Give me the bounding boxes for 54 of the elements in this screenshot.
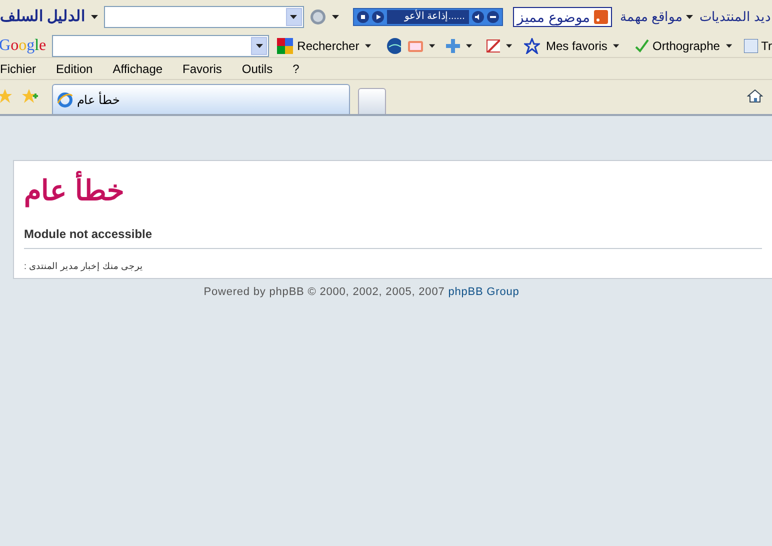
translate-icon: [744, 38, 758, 52]
search-field[interactable]: [104, 6, 304, 28]
toolbar-menu-link[interactable]: مواقع مهمة: [620, 7, 682, 27]
dropdown-button[interactable]: [251, 36, 268, 54]
menu-item[interactable]: Edition: [56, 60, 93, 78]
toolbar-menu-link[interactable]: ديد المنتديات: [699, 7, 771, 27]
dropdown-button[interactable]: [286, 8, 302, 26]
dropdown-arrow-icon[interactable]: [365, 44, 372, 48]
footer-text: Powered by phpBB © 2000, 2002, 2005, 2007: [204, 286, 446, 298]
phpbb-link[interactable]: phpBB Group: [448, 286, 520, 298]
translate-button[interactable]: Tr: [744, 36, 772, 54]
featured-topic-text: موضوع مميز: [516, 8, 591, 28]
dropdown-arrow-icon[interactable]: [506, 44, 512, 48]
star-icon: [524, 38, 540, 54]
check-icon: [634, 38, 650, 54]
dropdown-arrow-icon[interactable]: [613, 44, 620, 48]
plus-icon[interactable]: [445, 38, 460, 54]
menu-item[interactable]: Fichier: [0, 60, 36, 78]
dropdown-arrow-icon[interactable]: [332, 15, 339, 19]
dropdown-arrow-icon[interactable]: [91, 15, 98, 19]
google-icon: [277, 38, 294, 54]
search-button[interactable]: Rechercher: [277, 36, 360, 54]
search-field[interactable]: [52, 34, 270, 56]
menu-item[interactable]: Favoris: [182, 60, 222, 78]
browser-logo-icon: [57, 92, 73, 108]
featured-topic-link[interactable]: موضوع مميز: [512, 7, 612, 27]
rss-icon: [594, 10, 608, 24]
browser-tab[interactable]: خطأ عام: [52, 84, 350, 114]
dropdown-arrow-icon[interactable]: [686, 15, 694, 19]
dropdown-arrow-icon[interactable]: [466, 44, 472, 48]
error-title: خطأ عام: [24, 171, 124, 211]
minus-icon[interactable]: [486, 11, 499, 23]
play-icon[interactable]: [372, 11, 384, 23]
add-star-icon[interactable]: [22, 88, 38, 104]
spell-check-button[interactable]: Orthographe: [634, 36, 720, 54]
radio-station-select[interactable]: إذاعة الأعو......: [386, 10, 469, 24]
dropdown-arrow-icon[interactable]: [290, 15, 298, 19]
menu-item[interactable]: Outils: [242, 60, 273, 78]
google-logo: Google: [0, 36, 46, 56]
error-message: يرجى منك إخبار مدير المنتدى :: [24, 261, 144, 271]
volume-icon[interactable]: [472, 11, 484, 23]
star-icon[interactable]: [0, 88, 12, 104]
error-heading: Module not accessible: [24, 226, 152, 243]
dropdown-arrow-icon[interactable]: [256, 44, 263, 48]
dropdown-arrow-icon[interactable]: [429, 44, 436, 48]
stop-icon[interactable]: [356, 11, 369, 23]
favorites-button[interactable]: Mes favoris: [524, 36, 608, 54]
menu-item[interactable]: ?: [292, 60, 300, 78]
dropdown-arrow-icon[interactable]: [726, 44, 732, 48]
home-icon[interactable]: [747, 88, 763, 104]
popup-blocker-icon[interactable]: [486, 38, 500, 54]
site-name-link[interactable]: الدليل السلف: [0, 6, 86, 28]
menu-item[interactable]: Affichage: [112, 60, 163, 78]
earth-icon[interactable]: [387, 38, 402, 54]
